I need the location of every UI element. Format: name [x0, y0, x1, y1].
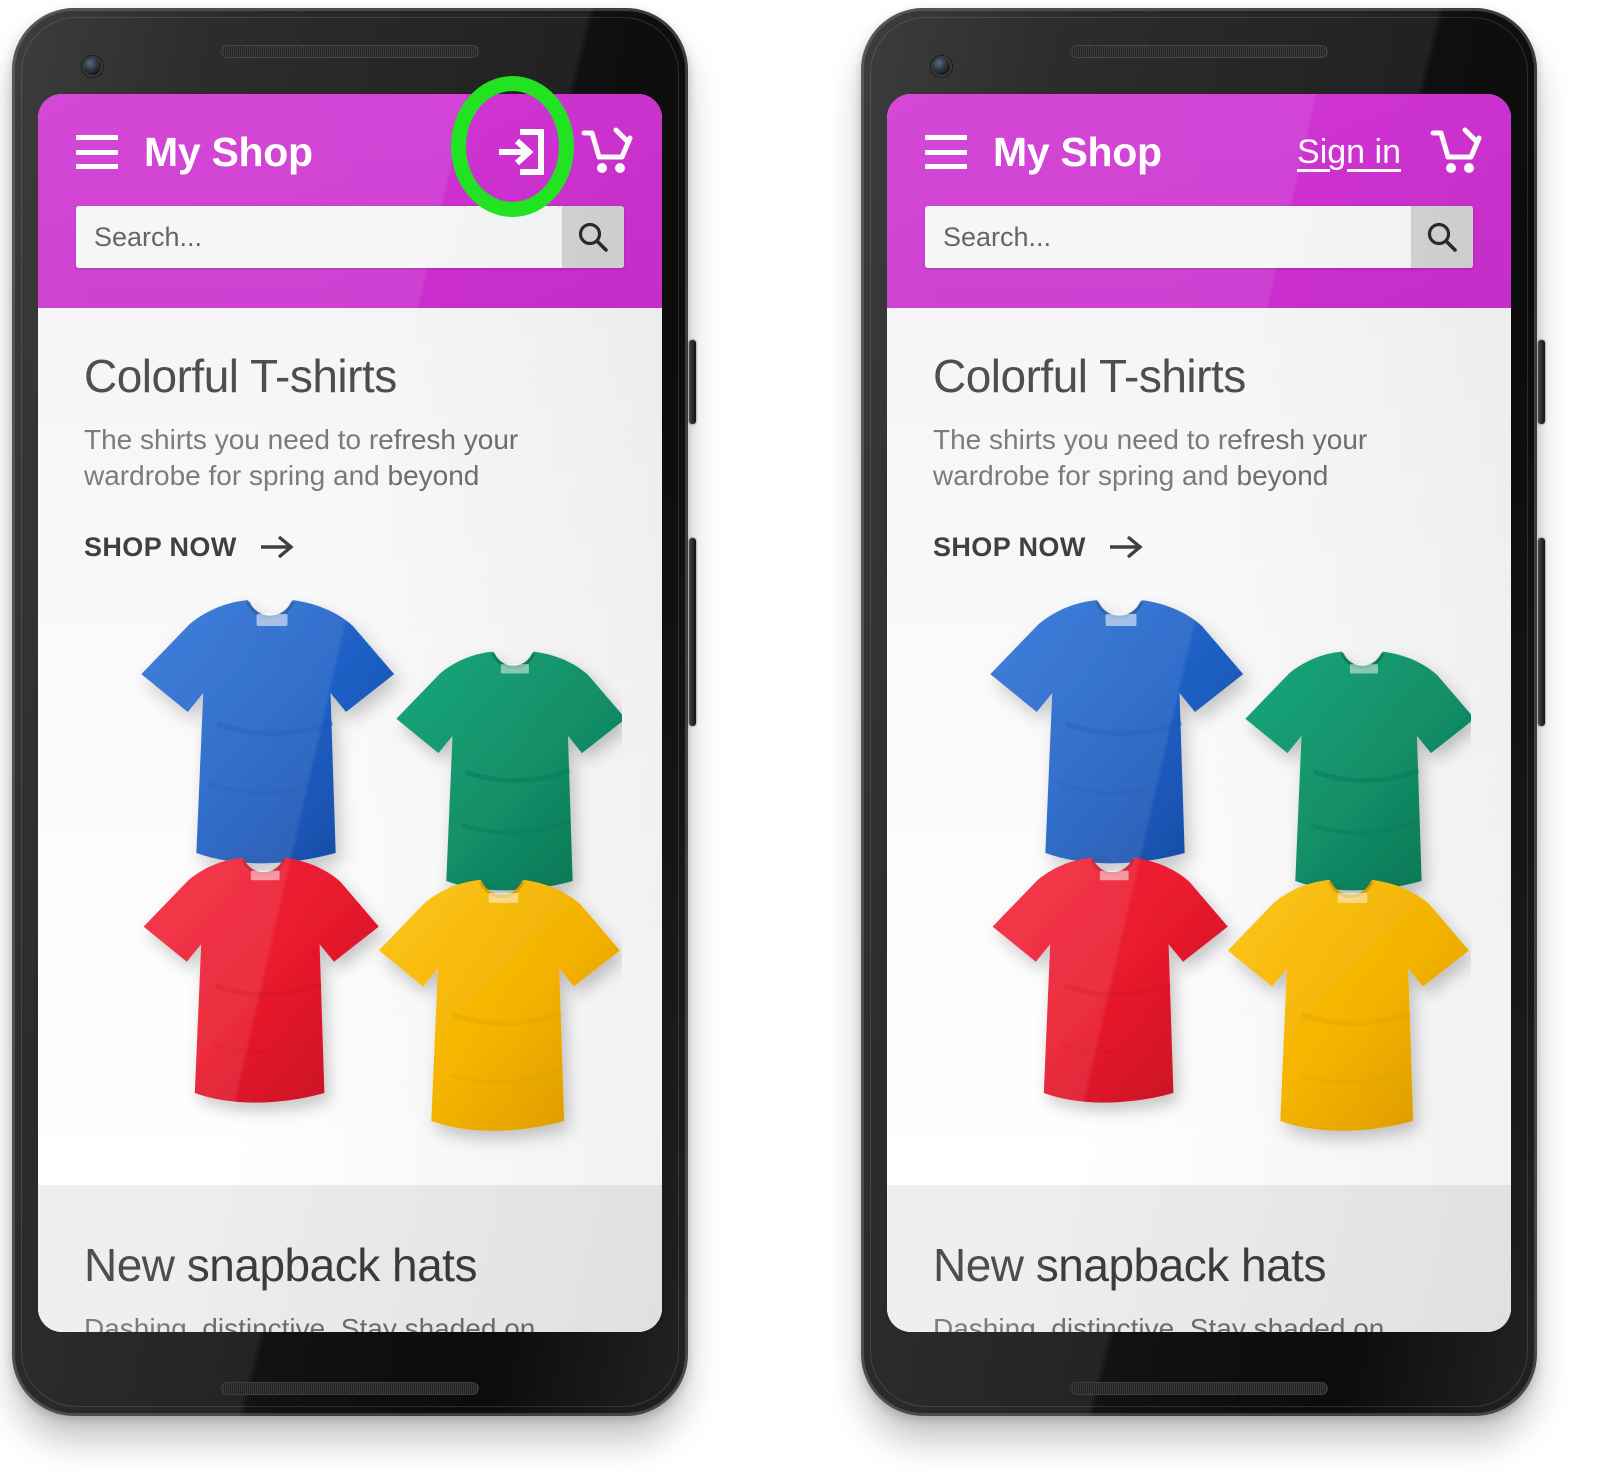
- search-icon: [1427, 222, 1457, 252]
- bottom-speaker: [1070, 1382, 1328, 1395]
- shop-now-button[interactable]: SHOP NOW: [933, 532, 1144, 563]
- app-bar-row: My Shop Sign in: [887, 94, 1511, 210]
- four-tshirts-illustration: [141, 600, 626, 1131]
- phone-screen-left: My Shop Search... Colorful T-shirts The …: [38, 94, 662, 1332]
- login-icon: [499, 129, 544, 175]
- login-button[interactable]: [490, 124, 552, 180]
- volume-rocker-button[interactable]: [689, 538, 696, 726]
- tshirt-yellow: [1227, 879, 1469, 1131]
- phone-screen-right: My Shop Sign in Search... Colorful T-shi…: [887, 94, 1511, 1332]
- app-bar: My Shop Sign in: [887, 94, 1511, 308]
- search-bar[interactable]: [925, 206, 1473, 268]
- tshirt-blue: [990, 600, 1244, 864]
- card-snapback-hats[interactable]: New snapback hats Dashing, distinctive. …: [38, 1184, 662, 1332]
- tshirt-red: [992, 857, 1228, 1103]
- front-camera-icon: [931, 56, 952, 77]
- tshirt-red: [143, 857, 379, 1103]
- tshirts-hero-image: [927, 585, 1475, 1185]
- bottom-speaker: [221, 1382, 479, 1395]
- phone-mockup-left: My Shop Search... Colorful T-shirts The …: [0, 8, 700, 1448]
- shop-now-button[interactable]: SHOP NOW: [84, 532, 295, 563]
- search-submit-button[interactable]: [562, 206, 624, 268]
- card-subtitle: Dashing, distinctive. Stay shaded on sun…: [933, 1313, 1385, 1332]
- card-subtitle: Dashing, distinctive. Stay shaded on sun…: [84, 1313, 536, 1332]
- hamburger-menu-icon[interactable]: [76, 135, 118, 169]
- card-title: Colorful T-shirts: [933, 350, 1246, 402]
- arrow-right-icon: [1109, 536, 1143, 559]
- screenshot-stage: My Shop Search... Colorful T-shirts The …: [0, 0, 1600, 1473]
- phone-mockup-right: My Shop Sign in Search... Colorful T-shi…: [849, 8, 1549, 1448]
- tshirt-green: [1245, 651, 1475, 891]
- power-button[interactable]: [1538, 340, 1545, 424]
- app-title: My Shop: [144, 128, 313, 175]
- tshirts-hero-image: [78, 585, 626, 1185]
- hamburger-menu-icon[interactable]: [925, 135, 967, 169]
- tshirt-yellow: [378, 879, 620, 1131]
- search-submit-button[interactable]: [1411, 206, 1473, 268]
- app-bar: My Shop: [38, 94, 662, 308]
- tshirt-green: [396, 651, 626, 891]
- card-colorful-tshirts[interactable]: Colorful T-shirts The shirts you need to…: [38, 308, 662, 1185]
- app-title: My Shop: [993, 128, 1162, 175]
- search-row: [887, 206, 1511, 268]
- front-camera-icon: [82, 56, 103, 77]
- card-title: New snapback hats: [933, 1238, 1326, 1291]
- tshirt-blue: [141, 600, 395, 864]
- shopping-cart-icon: [581, 127, 633, 173]
- volume-rocker-button[interactable]: [1538, 538, 1545, 726]
- app-bar-row: My Shop: [38, 94, 662, 210]
- search-input[interactable]: [76, 206, 562, 268]
- page-content: Colorful T-shirts The shirts you need to…: [38, 308, 662, 1332]
- page-content: Colorful T-shirts The shirts you need to…: [887, 308, 1511, 1332]
- cart-button[interactable]: [1427, 124, 1485, 180]
- card-colorful-tshirts[interactable]: Colorful T-shirts The shirts you need to…: [887, 308, 1511, 1185]
- search-row: [38, 206, 662, 268]
- power-button[interactable]: [689, 340, 696, 424]
- search-input[interactable]: [925, 206, 1411, 268]
- card-subtitle: The shirts you need to refresh your ward…: [84, 424, 519, 492]
- shop-now-label: SHOP NOW: [933, 531, 1086, 562]
- shop-now-label: SHOP NOW: [84, 531, 237, 562]
- card-snapback-hats[interactable]: New snapback hats Dashing, distinctive. …: [887, 1184, 1511, 1332]
- earpiece-speaker: [221, 45, 479, 58]
- search-bar[interactable]: [76, 206, 624, 268]
- search-icon: [578, 222, 608, 252]
- cart-button[interactable]: [578, 124, 636, 180]
- arrow-right-icon: [260, 536, 294, 559]
- sign-in-link[interactable]: Sign in: [1297, 135, 1401, 169]
- card-title: Colorful T-shirts: [84, 350, 397, 402]
- card-title: New snapback hats: [84, 1238, 477, 1291]
- earpiece-speaker: [1070, 45, 1328, 58]
- card-subtitle: The shirts you need to refresh your ward…: [933, 424, 1368, 492]
- four-tshirts-illustration: [990, 600, 1475, 1131]
- shopping-cart-icon: [1430, 127, 1482, 173]
